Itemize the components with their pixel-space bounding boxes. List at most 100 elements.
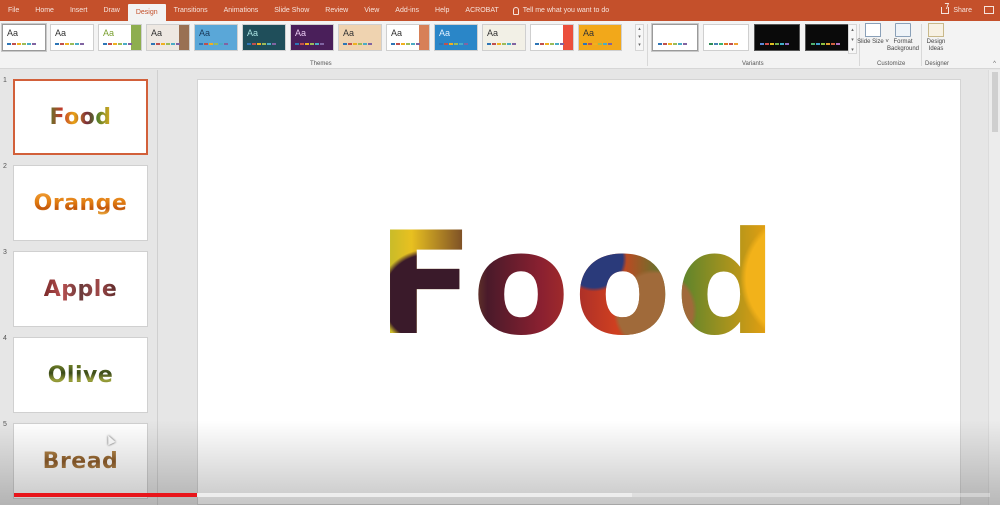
theme-thumbnail[interactable]: Aa	[578, 24, 622, 51]
theme-sample-text: Aa	[295, 28, 307, 38]
current-slide[interactable]: Food	[197, 79, 961, 505]
tell-me-text: Tell me what you want to do	[522, 7, 610, 14]
tab-file[interactable]: File	[0, 0, 27, 21]
theme-thumbnail[interactable]: Aa	[50, 24, 94, 51]
color-swatch	[305, 43, 309, 45]
color-swatch	[683, 43, 687, 45]
tab-acrobat[interactable]: ACROBAT	[457, 0, 506, 21]
theme-thumbnail[interactable]: Aa	[530, 24, 574, 51]
theme-thumbnail[interactable]: Aa	[146, 24, 190, 51]
color-swatch	[775, 43, 779, 45]
tab-help[interactable]: Help	[427, 0, 457, 21]
theme-thumbnail[interactable]: Aa	[290, 24, 334, 51]
color-swatch	[411, 43, 415, 45]
slide-thumbnail-text: Food	[49, 104, 112, 130]
theme-color-swatches	[55, 43, 84, 45]
tab-design[interactable]: Design	[127, 4, 166, 21]
theme-thumbnail[interactable]: Aa	[2, 24, 46, 51]
variant-color-swatches	[760, 43, 789, 45]
theme-thumbnail[interactable]: Aa	[194, 24, 238, 51]
variant-thumbnail[interactable]	[703, 24, 749, 51]
color-swatch	[272, 43, 276, 45]
theme-thumbnail[interactable]: Aa	[482, 24, 526, 51]
variant-thumbnail[interactable]	[754, 24, 800, 51]
variants-gallery	[652, 24, 851, 51]
theme-thumbnail[interactable]: Aa	[242, 24, 286, 51]
color-swatch	[363, 43, 367, 45]
slide-thumbnail[interactable]: Orange	[13, 165, 148, 241]
color-swatch	[502, 43, 506, 45]
color-swatch	[75, 43, 79, 45]
themes-gallery-scroll[interactable]: ▴ ▾ ▾	[635, 24, 644, 51]
variant-thumbnail[interactable]	[805, 24, 851, 51]
theme-thumbnail[interactable]: Aa	[386, 24, 430, 51]
design-ideas-button[interactable]: Design Ideas	[921, 23, 951, 53]
color-swatch	[353, 43, 357, 45]
vertical-scrollbar[interactable]	[988, 70, 1000, 505]
color-swatch	[464, 43, 468, 45]
tab-insert[interactable]: Insert	[62, 0, 96, 21]
theme-thumbnail[interactable]: Aa	[338, 24, 382, 51]
theme-sample-text: Aa	[343, 28, 355, 38]
color-swatch	[171, 43, 175, 45]
slide-thumbnail-text: Olive	[47, 362, 114, 388]
collapse-ribbon-icon[interactable]: ^	[993, 61, 996, 67]
color-swatch	[396, 43, 400, 45]
color-swatch	[151, 43, 155, 45]
theme-sample-text: Aa	[391, 28, 403, 38]
color-swatch	[785, 43, 789, 45]
format-background-button[interactable]: Format Background	[885, 23, 921, 53]
tab-view[interactable]: View	[356, 0, 387, 21]
color-swatch	[444, 43, 448, 45]
color-swatch	[492, 43, 496, 45]
color-swatch	[103, 43, 107, 45]
color-swatch	[780, 43, 784, 45]
variant-thumbnail[interactable]	[652, 24, 698, 51]
color-swatch	[176, 43, 180, 45]
color-swatch	[22, 43, 26, 45]
tab-transitions[interactable]: Transitions	[166, 0, 216, 21]
color-swatch	[118, 43, 122, 45]
tab-draw[interactable]: Draw	[95, 0, 127, 21]
tab-slide-show[interactable]: Slide Show	[266, 0, 317, 21]
theme-color-swatches	[199, 43, 228, 45]
ribbon-tabs: File Home Insert Draw Design Transitions Anima…	[0, 0, 507, 21]
color-swatch	[555, 43, 559, 45]
variants-group-label: Variants	[742, 61, 764, 67]
slide-number: 5	[3, 421, 7, 428]
slide-title-text[interactable]: Food	[198, 220, 960, 350]
comments-icon[interactable]	[984, 6, 994, 14]
slide-thumbnail[interactable]: Food	[13, 79, 148, 155]
slide-thumbnail-row: 1 Food	[0, 77, 158, 155]
color-swatch	[487, 43, 491, 45]
color-swatch	[267, 43, 271, 45]
scrollbar-thumb[interactable]	[992, 72, 998, 132]
tab-review[interactable]: Review	[317, 0, 356, 21]
slide-thumbnail[interactable]: Bread	[13, 423, 148, 499]
theme-color-swatches	[487, 43, 516, 45]
color-swatch	[295, 43, 299, 45]
tab-add-ins[interactable]: Add-ins	[387, 0, 427, 21]
color-swatch	[416, 43, 420, 45]
theme-thumbnail[interactable]: Aa	[434, 24, 478, 51]
tab-animations[interactable]: Animations	[216, 0, 267, 21]
tell-me-search[interactable]: Tell me what you want to do	[507, 0, 609, 21]
tab-home[interactable]: Home	[27, 0, 62, 21]
color-swatch	[760, 43, 764, 45]
variant-color-swatches	[658, 43, 687, 45]
design-ideas-label: Design Ideas	[926, 39, 946, 52]
slide-thumbnail[interactable]: Olive	[13, 337, 148, 413]
slide-thumbnail[interactable]: Apple	[13, 251, 148, 327]
slide-number: 4	[3, 335, 7, 342]
theme-thumbnail[interactable]: Aa	[98, 24, 142, 51]
theme-accent-shape	[419, 25, 429, 50]
theme-sample-text: Aa	[151, 28, 163, 38]
color-swatch	[128, 43, 132, 45]
color-swatch	[401, 43, 405, 45]
color-swatch	[368, 43, 372, 45]
video-progress-bar[interactable]	[14, 493, 990, 497]
share-button[interactable]: Share	[941, 0, 972, 21]
color-swatch	[560, 43, 564, 45]
slide-number: 3	[3, 249, 7, 256]
slide-thumbnail-row: 5 Bread	[0, 421, 158, 499]
